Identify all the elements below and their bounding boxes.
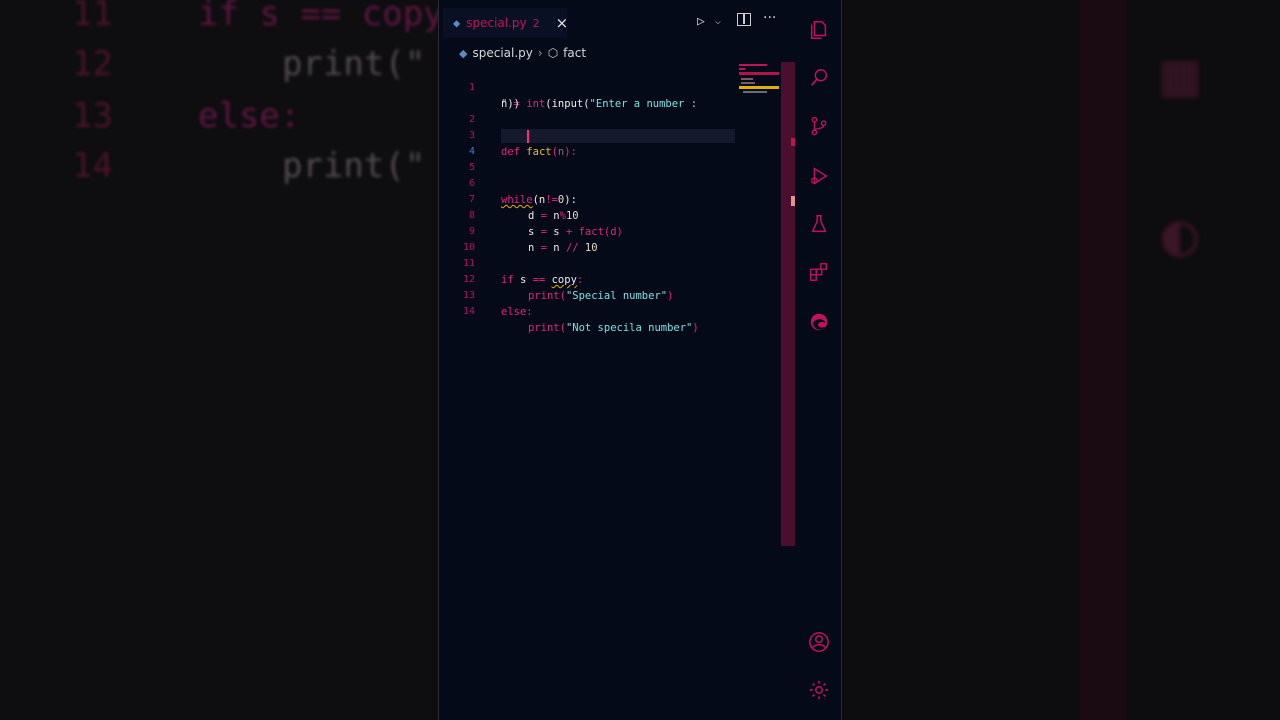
tab-special-py[interactable]: ◆ special.py 2 ×	[443, 8, 569, 38]
editor-window: ◆ special.py 2 × ▷ ⌵ ··· ◆ special.py › …	[438, 0, 842, 720]
code-line: 2	[439, 96, 779, 125]
problems-count-badge: 2	[532, 16, 540, 30]
breadcrumb-symbol[interactable]: fact	[563, 46, 586, 60]
bg-code-line: 11	[72, 0, 113, 34]
code-text: else:	[501, 306, 533, 318]
breadcrumb-separator: ›	[537, 46, 543, 60]
minimap-line	[739, 86, 779, 89]
more-actions-icon[interactable]: ···	[763, 10, 776, 26]
source-control-icon[interactable]	[807, 114, 831, 138]
text-cursor	[527, 130, 529, 143]
breadcrumb-file[interactable]: special.py	[472, 46, 532, 60]
python-file-icon: ◆	[453, 16, 461, 30]
bg-code-line: else:	[198, 96, 301, 136]
bg-extensions-icon: ▦	[1162, 40, 1199, 110]
bg-code-line: if s == copy	[198, 0, 438, 34]
code-line: 8 s = s + fact(d)	[439, 192, 779, 238]
edge-icon[interactable]	[807, 310, 831, 334]
minimap-line	[741, 78, 753, 80]
symbol-method-icon: ⬡	[547, 46, 559, 60]
code-line: 11 if s == copy:	[439, 240, 779, 286]
code-line: 14 print("Not specila number")	[439, 288, 779, 334]
run-options-chevron-icon[interactable]: ⌵	[715, 16, 721, 27]
tab-bar: ◆ special.py 2 × ▷ ⌵ ···	[439, 0, 793, 44]
bg-code-line: 12	[72, 44, 113, 84]
python-file-icon: ◆	[459, 46, 468, 60]
split-editor-icon[interactable]	[737, 13, 751, 26]
search-icon[interactable]	[807, 66, 831, 90]
minimap[interactable]	[739, 62, 779, 102]
blurred-background-right: ▦ ◐	[842, 0, 1280, 720]
extensions-icon[interactable]	[807, 260, 831, 284]
bg-edge-icon: ◐	[1162, 200, 1199, 270]
bg-code-line: print("	[282, 146, 426, 186]
breadcrumb: ◆ special.py › ⬡ fact	[459, 44, 586, 62]
code-line: 9 n = n // 10	[439, 208, 779, 254]
settings-gear-icon[interactable]	[807, 678, 831, 702]
code-line: 12 print("Special number")	[439, 256, 779, 302]
activity-bar	[795, 0, 843, 720]
run-debug-icon[interactable]	[807, 164, 831, 188]
bg-code-line: 13	[72, 96, 113, 136]
code-line: 5	[439, 144, 779, 173]
code-line: 1 n = int(input("Enter a number :	[439, 64, 779, 110]
code-line: 7 d = n%10	[439, 176, 779, 222]
minimap-line	[743, 91, 767, 93]
tab-label: special.py	[466, 16, 527, 30]
minimap-line	[739, 72, 779, 75]
bg-code-line: print("	[282, 44, 426, 84]
close-tab-icon[interactable]: ×	[556, 14, 569, 32]
minimap-line	[739, 64, 767, 66]
account-icon[interactable]	[807, 630, 831, 654]
testing-icon[interactable]	[807, 212, 831, 236]
minimap-line	[741, 82, 755, 84]
code-line: 13 else:	[439, 272, 779, 318]
code-line: 10	[439, 224, 779, 253]
bg-scrollbar	[1080, 0, 1126, 720]
minimap-line	[739, 68, 745, 70]
code-text: print("Not specila number")	[528, 322, 699, 334]
bg-code-line: 14	[72, 146, 113, 186]
code-line: 4	[439, 128, 779, 157]
code-line: 6 while(n!=0):	[439, 160, 779, 206]
vertical-scrollbar[interactable]	[781, 62, 795, 546]
code-line: 3 def fact(n):	[439, 112, 779, 158]
code-line-wrapped: "))	[439, 80, 779, 110]
line-number: 14	[462, 306, 475, 317]
blurred-background-left: 11 if s == copy 12 print(" 13 else: 14 p…	[0, 0, 438, 720]
run-python-file-button[interactable]: ▷	[697, 14, 705, 29]
explorer-icon[interactable]	[807, 18, 831, 42]
